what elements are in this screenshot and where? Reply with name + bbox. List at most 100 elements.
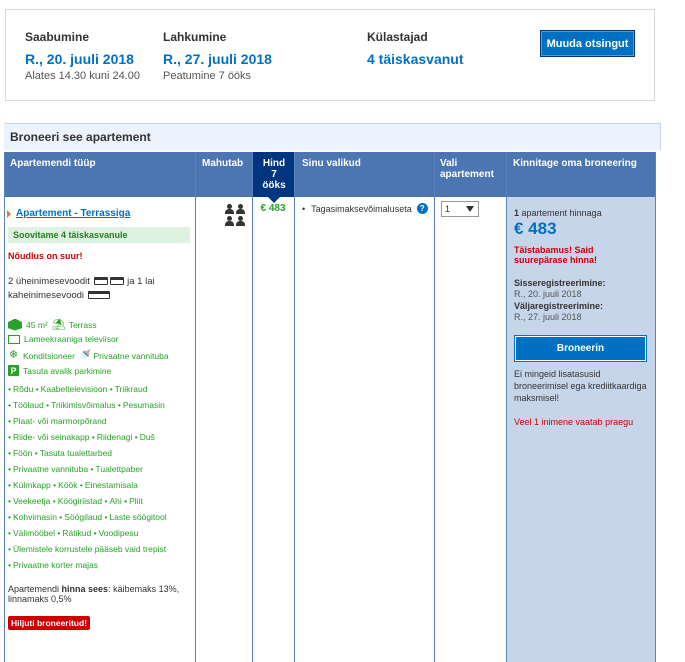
checkout-label: Lahkumine — [163, 30, 227, 44]
search-summary: Saabumine R., 20. juuli 2018 Alates 14.3… — [5, 9, 655, 101]
bullet-icon: • — [124, 496, 128, 506]
room-name[interactable]: Apartement - Terrassiga — [8, 208, 130, 219]
book-button[interactable]: Broneerin — [514, 335, 647, 362]
amenity-text: Plaat- või marmorpõrand — [12, 416, 107, 426]
no-fees-note: Ei mingeid lisatasusid broneerimisel ega… — [514, 369, 647, 403]
tv-icon — [8, 334, 20, 344]
amenity-item: • Ülemistele korrustele pääseb vaid trepi… — [8, 544, 166, 554]
checkout-date-confirm: R., 27. juuli 2018 — [514, 312, 582, 322]
amenity-text: Söögilaud — [64, 512, 103, 522]
amenity-item: • Föön — [8, 448, 32, 458]
facility-row: ❄ Konditsioneer 🚿 Privaatne vannituba — [8, 349, 169, 362]
bullet-icon: • — [8, 400, 11, 410]
price-header-line2: 7 — [271, 169, 277, 180]
terrace-icon: ⛱ — [51, 319, 66, 331]
bed-info: 2 üheinimesevoodit ja 1 lai kaheinimesev… — [8, 275, 188, 303]
amenity-text: Köögiriistad — [57, 496, 103, 506]
single-bed-icon — [93, 277, 108, 286]
beds-text-1: 2 üheinimesevoodit — [8, 276, 90, 287]
room-price: € 483 — [260, 203, 286, 214]
bullet-icon: • — [35, 384, 39, 394]
column-divider — [195, 152, 196, 662]
amenity-line: • Rõdu • Kaabeltelevisioon • Triikraud — [8, 381, 193, 397]
viewing-now-note: Veel 1 inimene vaatab praegu — [514, 417, 634, 427]
room-quantity-select[interactable]: 1 — [441, 201, 479, 217]
bullet-icon: • — [46, 400, 50, 410]
bullet-icon: • — [8, 448, 11, 458]
room-name-link[interactable]: Apartement - Terrassiga — [6, 208, 130, 219]
checkin-date: R., 20. juuli 2018 — [25, 51, 134, 67]
checkout-label-confirm: Väljaregistreerimine: — [514, 301, 604, 311]
person-icon — [225, 216, 234, 227]
bullet-icon: • — [91, 432, 95, 442]
bullet-icon: • — [79, 480, 83, 490]
bullet-icon: • — [34, 448, 38, 458]
checkin-time: Alates 14.30 kuni 24.00 — [25, 70, 140, 82]
stay-length: Peatumine 7 ööks — [163, 70, 252, 82]
amenity-line: • Plaat- või marmorpõrand — [8, 413, 193, 429]
amenity-item: • Pesumasin — [118, 400, 165, 410]
column-divider — [252, 152, 253, 662]
checkin-block: Saabumine R., 20. juuli 2018 Alates 14.3… — [25, 30, 140, 82]
amenity-item: • Külmkapp — [8, 480, 51, 490]
bullet-icon: • — [8, 416, 11, 426]
bullet-icon: • — [104, 496, 108, 506]
checkin-label: Saabumine — [25, 30, 90, 44]
bullet-icon: • — [8, 432, 11, 442]
amenity-item: • Veekeetja — [8, 496, 50, 506]
double-bed-icon — [87, 291, 110, 300]
amenity-text: Köök — [58, 480, 78, 490]
amenity-item: • Einestamisala — [80, 480, 138, 490]
parking-text: Tasuta avalik parkimine — [23, 365, 112, 376]
bullet-icon: • — [59, 512, 63, 522]
amenity-item: • Privaatne korter majas — [8, 560, 98, 570]
bullet-icon: • — [90, 464, 94, 474]
amenity-line: • Veekeetja • Köögiriistad • Ahi • Pliit — [8, 493, 193, 509]
amenity-item: • Välimööbel — [8, 528, 55, 538]
bullet-icon: • — [134, 432, 138, 442]
amenity-text: Voodipesu — [98, 528, 139, 538]
bullet-icon: • — [8, 528, 11, 538]
amenity-item: • Ahi — [104, 496, 121, 506]
bullet-icon: • — [8, 480, 11, 490]
amenity-item: • Triikraud — [110, 384, 148, 394]
amenity-line: • Föön • Tasuta tualettarbed — [8, 445, 193, 461]
bullet-icon: • — [93, 528, 97, 538]
bullet-icon: • — [109, 384, 113, 394]
occupancy-icon — [225, 204, 247, 228]
choice-bullet: • — [302, 203, 306, 214]
amenity-line: • Kohvimasin • Söögilaud • Laste söögitool — [8, 509, 193, 525]
person-icon — [225, 204, 234, 215]
col-header-type: Apartemendi tüüp — [10, 158, 96, 169]
col-header-select: Vali apartement — [434, 152, 506, 197]
guests-label: Külastajad — [367, 30, 428, 44]
amenity-text: Välimööbel — [12, 528, 56, 538]
room-size: 45 m² — [26, 319, 48, 330]
parking-icon: P — [8, 365, 19, 376]
bullet-icon: • — [104, 512, 108, 522]
amenity-item: • Rätikud — [57, 528, 91, 538]
price-includes-label: Apartemendi — [8, 584, 60, 594]
bullet-icon: • — [8, 496, 11, 506]
bullet-icon: • — [8, 544, 11, 554]
select-header-line2: apartement — [440, 169, 494, 180]
amenity-line: • Töölaud • Triikimisvõimalus • Pesumasin — [8, 397, 193, 413]
amenity-item: • Tasuta tualettarbed — [35, 448, 112, 458]
col-header-capacity: Mahutab — [202, 158, 244, 169]
amenity-item: • Voodipesu — [94, 528, 139, 538]
single-bed-icon — [109, 277, 124, 286]
bullet-icon: • — [8, 384, 11, 394]
modify-search-button[interactable]: Muuda otsingut — [540, 30, 635, 57]
great-price-message: Täistabamus! Said suurepärase hinna! — [514, 245, 598, 265]
amenity-text: Triikimisvõimalus — [51, 400, 116, 410]
amenity-text: Töölaud — [12, 400, 44, 410]
bathroom-text: Privaatne vannituba — [93, 350, 169, 361]
amenity-text: Laste söögitool — [109, 512, 167, 522]
snowflake-icon: ❄ — [8, 349, 19, 361]
amenity-item: • Duš — [135, 432, 155, 442]
bullet-icon: • — [8, 560, 11, 570]
info-icon[interactable]: ? — [416, 203, 428, 214]
checkin-date-confirm: R., 20. juuli 2018 — [514, 289, 582, 299]
guests-block: Külastajad 4 täiskasvanut — [367, 30, 464, 70]
section-title: Broneeri see apartement — [4, 123, 661, 150]
